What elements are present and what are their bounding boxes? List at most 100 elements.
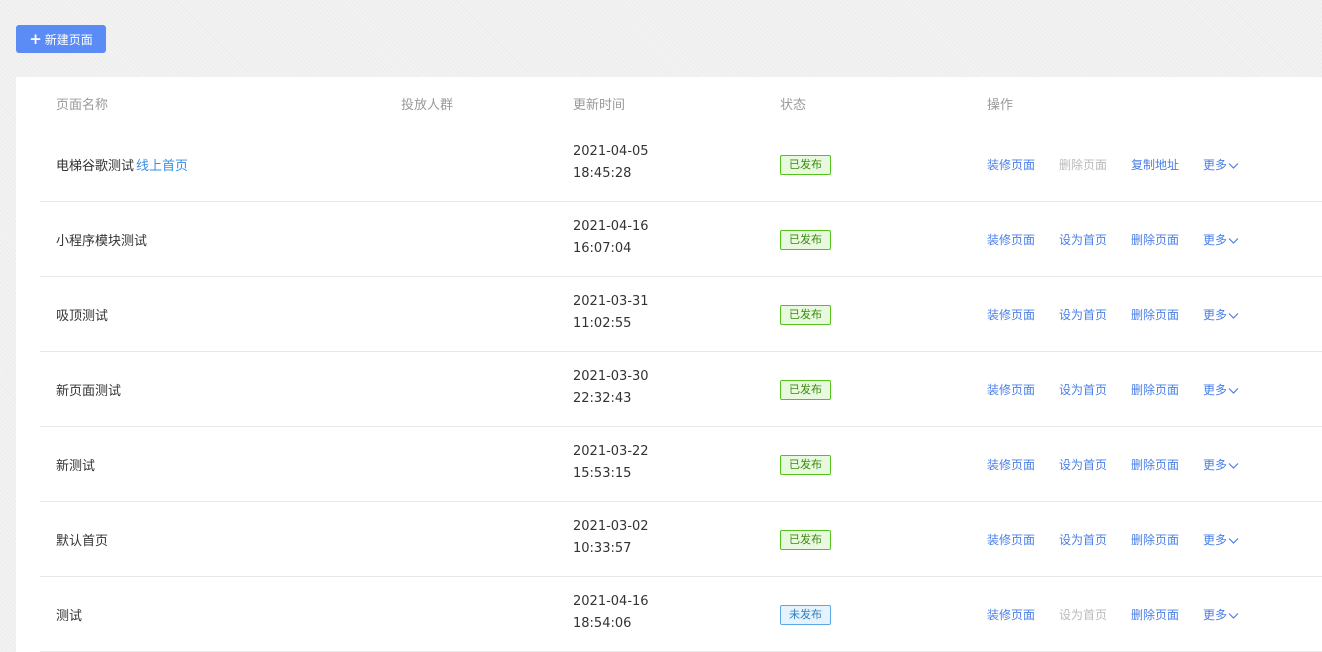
delete-page-button[interactable]: 删除页面 (1131, 306, 1179, 323)
update-time: 2021-03-30 22:32:43 (573, 366, 649, 410)
table-row: 新页面测试 2021-03-30 22:32:43 已发布 装修页面 设为首页 删除页面 更多 (40, 352, 1322, 427)
update-time: 2021-04-05 18:45:28 (573, 141, 649, 185)
column-header-actions: 操作 (987, 98, 1014, 113)
more-button[interactable]: 更多 (1203, 381, 1239, 398)
online-home-tag[interactable]: 线上首页 (136, 159, 188, 174)
update-date: 2021-03-02 (573, 519, 649, 534)
action-label: 删除页面 (1131, 233, 1180, 247)
copy-address-button[interactable]: 复制地址 (1131, 156, 1179, 173)
column-header-updated: 更新时间 (573, 98, 626, 113)
status-badge: 已发布 (780, 230, 831, 250)
decorate-page-button[interactable]: 装修页面 (987, 156, 1035, 173)
plus-icon: + (29, 29, 42, 48)
action-label: 删除页面 (1059, 158, 1108, 172)
decorate-page-button[interactable]: 装修页面 (987, 531, 1035, 548)
action-label: 装修页面 (987, 308, 1036, 322)
update-time: 2021-03-02 10:33:57 (573, 516, 649, 560)
column-header-status: 状态 (780, 98, 807, 113)
page-name-cell: 小程序模块测试 (56, 230, 147, 249)
page-name-cell: 新测试 (56, 455, 95, 474)
update-time: 2021-03-31 11:02:55 (573, 291, 649, 335)
update-time: 2021-04-16 18:54:06 (573, 591, 649, 635)
column-header-audience: 投放人群 (401, 98, 454, 113)
action-label: 更多 (1203, 383, 1228, 397)
more-button[interactable]: 更多 (1203, 531, 1239, 548)
more-button[interactable]: 更多 (1203, 231, 1239, 248)
set-home-button[interactable]: 设为首页 (1059, 456, 1107, 473)
action-label: 设为首页 (1059, 458, 1108, 472)
page-name: 吸顶测试 (56, 309, 109, 324)
delete-page-button[interactable]: 删除页面 (1131, 231, 1179, 248)
chevron-down-icon (1228, 387, 1239, 394)
set-home-button[interactable]: 设为首页 (1059, 306, 1107, 323)
more-button[interactable]: 更多 (1203, 306, 1239, 323)
delete-page-button[interactable]: 删除页面 (1131, 381, 1179, 398)
decorate-page-button[interactable]: 装修页面 (987, 231, 1035, 248)
update-clock: 18:45:28 (573, 166, 632, 181)
status-badge: 已发布 (780, 155, 831, 175)
page-name: 小程序模块测试 (56, 234, 148, 249)
table-row: 新测试 2021-03-22 15:53:15 已发布 装修页面 设为首页 删除页面 更多 (40, 427, 1322, 502)
table-row: 电梯谷歌测试 线上首页 2021-04-05 18:45:28 已发布 装修页面 删除页面 复… (40, 127, 1322, 202)
action-label: 删除页面 (1131, 608, 1180, 622)
update-date: 2021-03-22 (573, 444, 649, 459)
update-clock: 15:53:15 (573, 466, 632, 481)
new-page-button[interactable]: + 新建页面 (16, 25, 106, 53)
action-label: 更多 (1203, 458, 1228, 472)
action-label: 设为首页 (1059, 233, 1108, 247)
status-badge: 已发布 (780, 455, 831, 475)
chevron-down-icon (1228, 312, 1239, 319)
decorate-page-button[interactable]: 装修页面 (987, 456, 1035, 473)
action-label: 设为首页 (1059, 308, 1108, 322)
page-name: 电梯谷歌测试 (56, 159, 135, 174)
new-page-label: 新建页面 (44, 32, 93, 47)
set-home-button[interactable]: 设为首页 (1059, 231, 1107, 248)
update-time: 2021-03-22 15:53:15 (573, 441, 649, 485)
action-label: 删除页面 (1131, 458, 1180, 472)
decorate-page-button[interactable]: 装修页面 (987, 606, 1035, 623)
status-badge: 已发布 (780, 530, 831, 550)
page-name: 新测试 (56, 459, 96, 474)
delete-page-button[interactable]: 删除页面 (1131, 606, 1179, 623)
update-date: 2021-04-16 (573, 219, 649, 234)
decorate-page-button[interactable]: 装修页面 (987, 306, 1035, 323)
update-clock: 18:54:06 (573, 616, 632, 631)
update-date: 2021-03-31 (573, 294, 649, 309)
action-label: 复制地址 (1131, 158, 1180, 172)
update-date: 2021-03-30 (573, 369, 649, 384)
page-name: 测试 (56, 609, 83, 624)
delete-page-button[interactable]: 删除页面 (1131, 531, 1179, 548)
action-label: 装修页面 (987, 458, 1036, 472)
set-home-button[interactable]: 设为首页 (1059, 381, 1107, 398)
action-label: 设为首页 (1059, 533, 1108, 547)
action-label: 装修页面 (987, 608, 1036, 622)
chevron-down-icon (1228, 237, 1239, 244)
update-date: 2021-04-05 (573, 144, 649, 159)
action-label: 更多 (1203, 308, 1228, 322)
update-date: 2021-04-16 (573, 594, 649, 609)
action-label: 删除页面 (1131, 383, 1180, 397)
action-label: 装修页面 (987, 533, 1036, 547)
page-name-cell: 电梯谷歌测试 线上首页 (56, 155, 188, 174)
set-home-button[interactable]: 设为首页 (1059, 531, 1107, 548)
delete-page-button[interactable]: 删除页面 (1131, 456, 1179, 473)
page-name-cell: 默认首页 (56, 530, 108, 549)
update-clock: 16:07:04 (573, 241, 632, 256)
status-badge: 已发布 (780, 380, 831, 400)
action-label: 设为首页 (1059, 608, 1108, 622)
action-label: 设为首页 (1059, 383, 1108, 397)
delete-page-button: 删除页面 (1059, 156, 1107, 173)
page-name: 默认首页 (56, 534, 109, 549)
action-label: 更多 (1203, 608, 1228, 622)
action-label: 装修页面 (987, 233, 1036, 247)
more-button[interactable]: 更多 (1203, 456, 1239, 473)
more-button[interactable]: 更多 (1203, 156, 1239, 173)
page-name-cell: 吸顶测试 (56, 305, 108, 324)
decorate-page-button[interactable]: 装修页面 (987, 381, 1035, 398)
table-row: 默认首页 2021-03-02 10:33:57 已发布 装修页面 设为首页 删除页面 更多 (40, 502, 1322, 577)
table-row: 吸顶测试 2021-03-31 11:02:55 已发布 装修页面 设为首页 删除页面 更多 (40, 277, 1322, 352)
page-name-cell: 测试 (56, 605, 82, 624)
more-button[interactable]: 更多 (1203, 606, 1239, 623)
chevron-down-icon (1228, 537, 1239, 544)
set-home-button: 设为首页 (1059, 606, 1107, 623)
